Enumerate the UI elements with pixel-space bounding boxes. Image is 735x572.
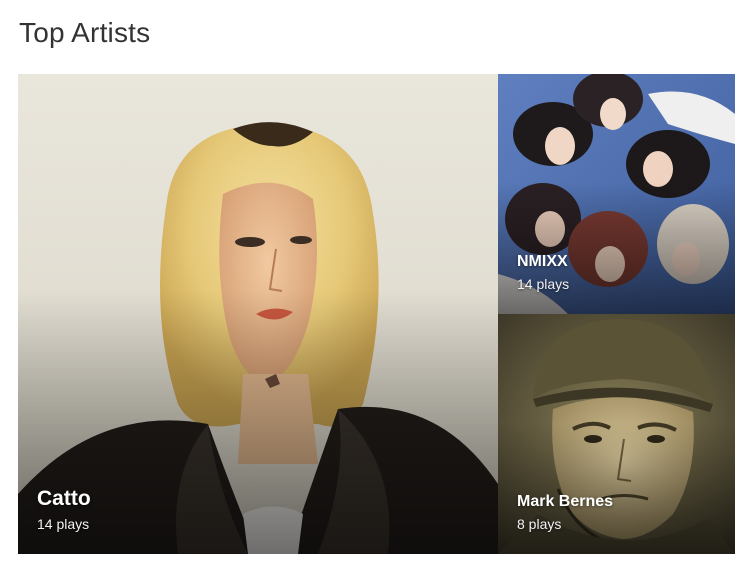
- tile-gradient-overlay: [498, 182, 735, 314]
- artist-name[interactable]: Mark Bernes: [517, 493, 613, 511]
- artist-tile-mark-bernes[interactable]: Mark Bernes 8 plays: [498, 314, 735, 554]
- artist-meta: NMIXX 14 plays: [517, 253, 569, 292]
- artist-play-count: 8 plays: [517, 516, 562, 532]
- tile-gradient-overlay: [498, 422, 735, 554]
- section-title: Top Artists: [19, 17, 151, 48]
- artist-play-count: 14 plays: [517, 276, 570, 292]
- top-artists-grid: Catto 14 plays NMIXX 14 plays Mark Berne…: [18, 74, 735, 554]
- artist-play-count: 14 plays: [37, 516, 90, 532]
- artist-name[interactable]: Catto: [37, 487, 91, 511]
- artist-name[interactable]: NMIXX: [517, 253, 569, 271]
- artist-meta: Catto 14 plays: [37, 487, 91, 532]
- artist-tile-catto[interactable]: Catto 14 plays: [18, 74, 498, 554]
- artist-meta: Mark Bernes 8 plays: [517, 493, 613, 532]
- artist-tile-nmixx[interactable]: NMIXX 14 plays: [498, 74, 735, 314]
